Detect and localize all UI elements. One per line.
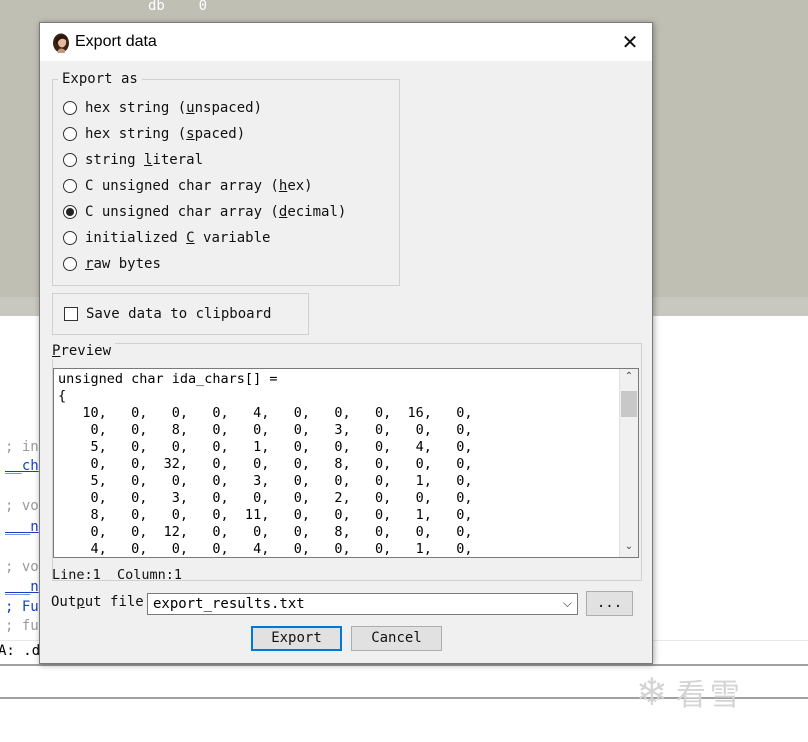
output-file-value: export_results.txt [153,596,305,612]
background-fragment: ; vo [5,498,39,514]
background-fragment: ; vo [5,559,39,575]
radio-label: C unsigned char array (decimal) [85,204,347,220]
watermark-text: 看雪 [675,678,744,713]
radio-label: C unsigned char array (hex) [85,178,313,194]
radio-label: string literal [85,152,204,168]
preview-title: Preview [48,343,116,359]
cancel-button[interactable]: Cancel [351,626,442,651]
radio-label: raw bytes [85,256,161,272]
background-fragment: __ch [5,458,39,474]
save-to-clipboard-checkbox-row[interactable]: Save data to clipboard [64,304,271,324]
radio-button[interactable] [63,257,77,271]
ida-app-icon [53,33,69,53]
export-as-title: Export as [58,71,142,87]
radio-button[interactable] [63,127,77,141]
save-to-clipboard-checkbox[interactable] [64,307,78,321]
dialog-titlebar[interactable]: Export data ✕ [40,23,652,61]
radio-c-array-decimal[interactable]: C unsigned char array (decimal) [63,202,346,222]
chevron-down-icon[interactable]: ⌵ [563,596,572,611]
scroll-up-icon[interactable]: ⌃ [620,371,638,385]
background-fragment: ; fu [5,618,39,634]
radio-label: hex string (unspaced) [85,100,263,116]
background-divider [0,664,808,666]
radio-hex-unspaced[interactable]: hex string (unspaced) [63,98,262,118]
radio-label: hex string (spaced) [85,126,246,142]
background-code-line: db 0 [148,0,208,14]
export-button[interactable]: Export [251,626,342,651]
export-data-dialog: Export data ✕ Export as hex string (unsp… [39,22,653,664]
background-fragment: ; in [5,439,39,455]
radio-hex-spaced[interactable]: hex string (spaced) [63,124,245,144]
scroll-down-icon[interactable]: ⌄ [620,541,638,555]
snowflake-icon: ❄ [636,670,668,714]
background-fragment: ___n [5,579,39,595]
close-button[interactable]: ✕ [616,29,644,55]
background-fragment: A: .d [0,643,41,659]
output-file-label: Output file [51,594,144,610]
scroll-thumb[interactable] [621,391,637,417]
background-fragment: ___n [5,519,39,535]
output-file-combobox[interactable]: export_results.txt ⌵ [147,593,578,615]
preview-content: unsigned char ida_chars[] = { 10, 0, 0, … [58,371,473,557]
background-fragment: ; Fu [5,599,39,615]
radio-button-selected[interactable] [63,205,77,219]
close-icon: ✕ [621,30,639,54]
save-to-clipboard-label: Save data to clipboard [86,306,272,322]
radio-c-array-hex[interactable]: C unsigned char array (hex) [63,176,313,196]
preview-scrollbar[interactable]: ⌃ ⌄ [619,369,638,557]
radio-button[interactable] [63,179,77,193]
radio-initialized-c-variable[interactable]: initialized C variable [63,228,270,248]
dialog-title: Export data [75,33,157,50]
preview-textarea[interactable]: unsigned char ida_chars[] = { 10, 0, 0, … [53,368,639,558]
radio-raw-bytes[interactable]: raw bytes [63,254,161,274]
browse-button[interactable]: ... [586,591,633,616]
radio-string-literal[interactable]: string literal [63,150,203,170]
radio-button[interactable] [63,153,77,167]
cursor-position-status: Line:1 Column:1 [52,567,183,583]
watermark: ❄ 看雪 [636,670,744,714]
radio-label: initialized C variable [85,230,271,246]
radio-button[interactable] [63,101,77,115]
radio-button[interactable] [63,231,77,245]
